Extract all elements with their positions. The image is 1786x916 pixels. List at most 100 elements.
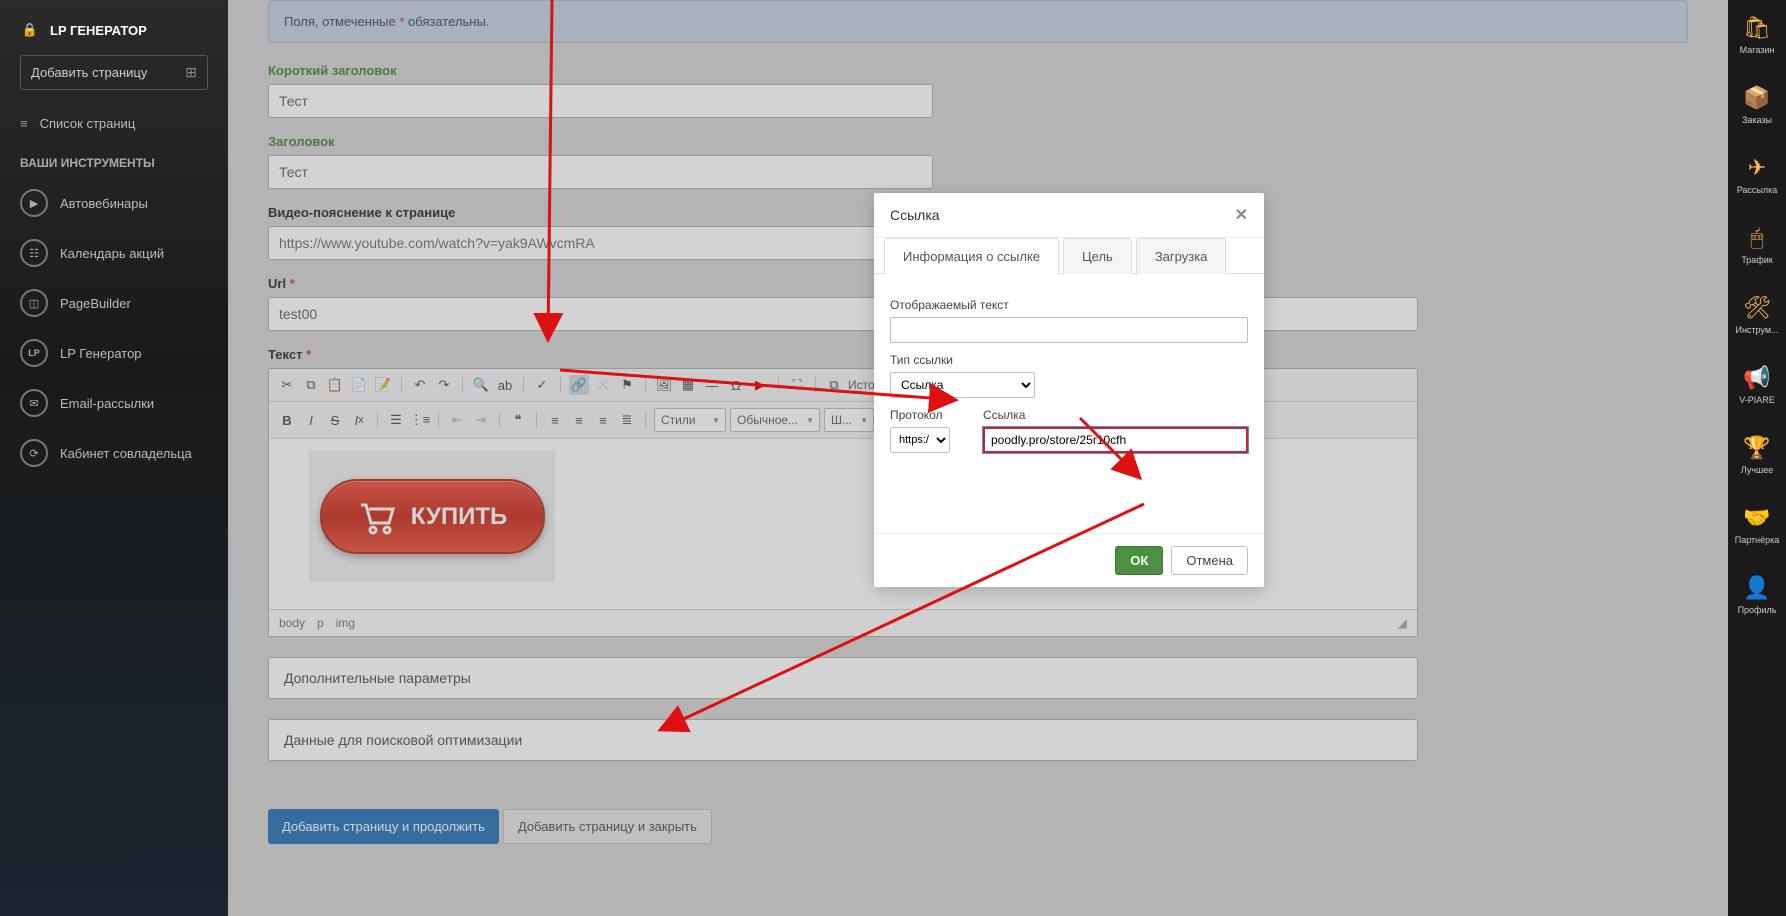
copy-icon[interactable]: ⧉ xyxy=(301,375,321,395)
sidebar-list-pages[interactable]: ≡ Список страниц xyxy=(0,105,228,142)
maximize-icon[interactable]: ⛶ xyxy=(787,375,807,395)
undo-icon[interactable]: ↶ xyxy=(410,375,430,395)
input-display-text[interactable] xyxy=(890,317,1248,343)
sidebar-item-coowner[interactable]: ⟳ Кабинет совладельца xyxy=(0,428,228,478)
cut-icon[interactable]: ✂ xyxy=(277,375,297,395)
sidebar-item-label: Автовебинары xyxy=(60,196,148,211)
tab-upload[interactable]: Загрузка xyxy=(1136,238,1227,274)
sidebar-item-email[interactable]: ✉ Email-рассылки xyxy=(0,378,228,428)
bulletedlist-icon[interactable]: ⋮≡ xyxy=(410,410,430,430)
styles-select[interactable]: Стили xyxy=(654,408,726,432)
footer-buttons: Добавить страницу и продолжить Добавить … xyxy=(268,809,1688,844)
dialog-tabs: Информация о ссылке Цель Загрузка xyxy=(874,238,1264,274)
align-justify-icon[interactable]: ≣ xyxy=(617,410,637,430)
sidebar-item-autowebinars[interactable]: ▶ Автовебинары xyxy=(0,178,228,228)
label-title: Заголовок xyxy=(268,134,1688,149)
dialog-body: Отображаемый текст Тип ссылки Ссылка Про… xyxy=(874,273,1264,473)
label-protocol: Протокол xyxy=(890,408,965,422)
tab-link-info[interactable]: Информация о ссылке xyxy=(884,238,1059,274)
blockquote-icon[interactable]: ❝ xyxy=(508,410,528,430)
label-link-url: Ссылка xyxy=(983,408,1248,422)
sidebar-item-label: Email-рассылки xyxy=(60,396,154,411)
specialchar-icon[interactable]: Ω xyxy=(726,375,746,395)
envelope-circle-icon: ✉ xyxy=(20,389,48,417)
anchor-icon[interactable]: ⚑ xyxy=(617,375,637,395)
right-item-traffic[interactable]: 🖱Трафик xyxy=(1728,210,1786,280)
indent-icon[interactable]: ⇥ xyxy=(471,410,491,430)
ok-button[interactable]: ОК xyxy=(1115,546,1163,575)
format-select[interactable]: Обычное... xyxy=(730,408,820,432)
spellcheck-icon[interactable]: ✓ xyxy=(532,375,552,395)
right-item-orders[interactable]: 📦Заказы xyxy=(1728,70,1786,140)
dialog-footer: ОК Отмена xyxy=(874,533,1264,587)
path-p[interactable]: p xyxy=(317,616,324,630)
align-right-icon[interactable]: ≡ xyxy=(593,410,613,430)
right-item-best[interactable]: 🏆Лучшее xyxy=(1728,420,1786,490)
close-icon[interactable]: ✕ xyxy=(1235,205,1248,225)
redo-icon[interactable]: ↷ xyxy=(434,375,454,395)
resize-handle[interactable]: ◢ xyxy=(1398,616,1407,630)
table-icon[interactable]: ▦ xyxy=(678,375,698,395)
accordion-seo[interactable]: Данные для поисковой оптимизации xyxy=(268,719,1418,761)
plus-icon: ⊞ xyxy=(185,64,197,81)
submit-close-button[interactable]: Добавить страницу и закрыть xyxy=(503,809,712,844)
sidebar-item-pagebuilder[interactable]: ◫ PageBuilder xyxy=(0,278,228,328)
trophy-icon: 🏆 xyxy=(1743,435,1770,461)
sidebar-right: 🛍Магазин 📦Заказы ✈Рассылка 🖱Трафик 🛠Инст… xyxy=(1728,0,1786,916)
right-item-profile[interactable]: 👤Профиль xyxy=(1728,560,1786,630)
unlink-icon[interactable]: ⤫ xyxy=(593,375,613,395)
input-title[interactable] xyxy=(268,155,933,189)
outdent-icon[interactable]: ⇤ xyxy=(447,410,467,430)
input-short-title[interactable] xyxy=(268,84,933,118)
find-icon[interactable]: 🔍 xyxy=(471,375,491,395)
italic-icon[interactable]: I xyxy=(301,410,321,430)
tab-target[interactable]: Цель xyxy=(1063,238,1132,274)
right-item-store[interactable]: 🛍Магазин xyxy=(1728,0,1786,70)
handshake-icon: 🤝 xyxy=(1743,505,1770,531)
bag-icon: 🛍 xyxy=(1743,15,1771,41)
list-pages-label: Список страниц xyxy=(40,116,136,131)
info-box: Поля, отмеченные * обязательны. xyxy=(268,0,1688,43)
sidebar-title: LP ГЕНЕРАТОР xyxy=(50,23,147,38)
sidebar-left: 🔒 LP ГЕНЕРАТОР Добавить страницу ⊞ ≡ Спи… xyxy=(0,0,228,916)
path-body[interactable]: body xyxy=(279,616,305,630)
add-page-button[interactable]: Добавить страницу ⊞ xyxy=(20,55,208,90)
youtube-icon[interactable]: ▶ xyxy=(750,375,770,395)
right-item-mailing[interactable]: ✈Рассылка xyxy=(1728,140,1786,210)
right-item-partner[interactable]: 🤝Партнёрка xyxy=(1728,490,1786,560)
sidebar-item-lpgenerator[interactable]: LP LP Генератор xyxy=(0,328,228,378)
cancel-button[interactable]: Отмена xyxy=(1171,546,1248,575)
image-icon[interactable]: 🖼 xyxy=(654,375,674,395)
paste-icon[interactable]: 📋 xyxy=(325,375,345,395)
source-icon[interactable]: ⧉ xyxy=(824,375,844,395)
numberedlist-icon[interactable]: ☰ xyxy=(386,410,406,430)
font-select[interactable]: Ш... xyxy=(824,408,874,432)
align-center-icon[interactable]: ≡ xyxy=(569,410,589,430)
right-item-vpiare[interactable]: 📢V-PIARE xyxy=(1728,350,1786,420)
path-img[interactable]: img xyxy=(336,616,355,630)
removeformat-icon[interactable]: Ix xyxy=(349,410,369,430)
select-link-type[interactable]: Ссылка xyxy=(890,372,1035,398)
submit-continue-button[interactable]: Добавить страницу и продолжить xyxy=(268,809,499,844)
input-video[interactable] xyxy=(268,226,933,260)
buy-button-label: КУПИТЬ xyxy=(411,503,508,531)
megaphone-icon: 📢 xyxy=(1743,365,1770,391)
label-display-text: Отображаемый текст xyxy=(890,298,1248,312)
strike-icon[interactable]: S xyxy=(325,410,345,430)
dialog-header: Ссылка ✕ xyxy=(874,193,1264,238)
right-item-tools[interactable]: 🛠Инструм... xyxy=(1728,280,1786,350)
buy-button-image[interactable]: КУПИТЬ xyxy=(309,451,555,582)
bold-icon[interactable]: B xyxy=(277,410,297,430)
add-page-label: Добавить страницу xyxy=(31,65,147,80)
select-protocol[interactable]: https:// xyxy=(890,427,950,453)
accordion-extra-params[interactable]: Дополнительные параметры xyxy=(268,657,1418,699)
hr-icon[interactable]: — xyxy=(702,375,722,395)
sidebar-item-calendar[interactable]: ☷ Календарь акций xyxy=(0,228,228,278)
replace-icon[interactable]: ab xyxy=(495,375,515,395)
label-short-title: Короткий заголовок xyxy=(268,63,1688,78)
input-link-url[interactable] xyxy=(983,427,1248,453)
paste-word-icon[interactable]: 📝 xyxy=(373,375,393,395)
align-left-icon[interactable]: ≡ xyxy=(545,410,565,430)
link-icon[interactable]: 🔗 xyxy=(569,375,589,395)
paste-text-icon[interactable]: 📄 xyxy=(349,375,369,395)
